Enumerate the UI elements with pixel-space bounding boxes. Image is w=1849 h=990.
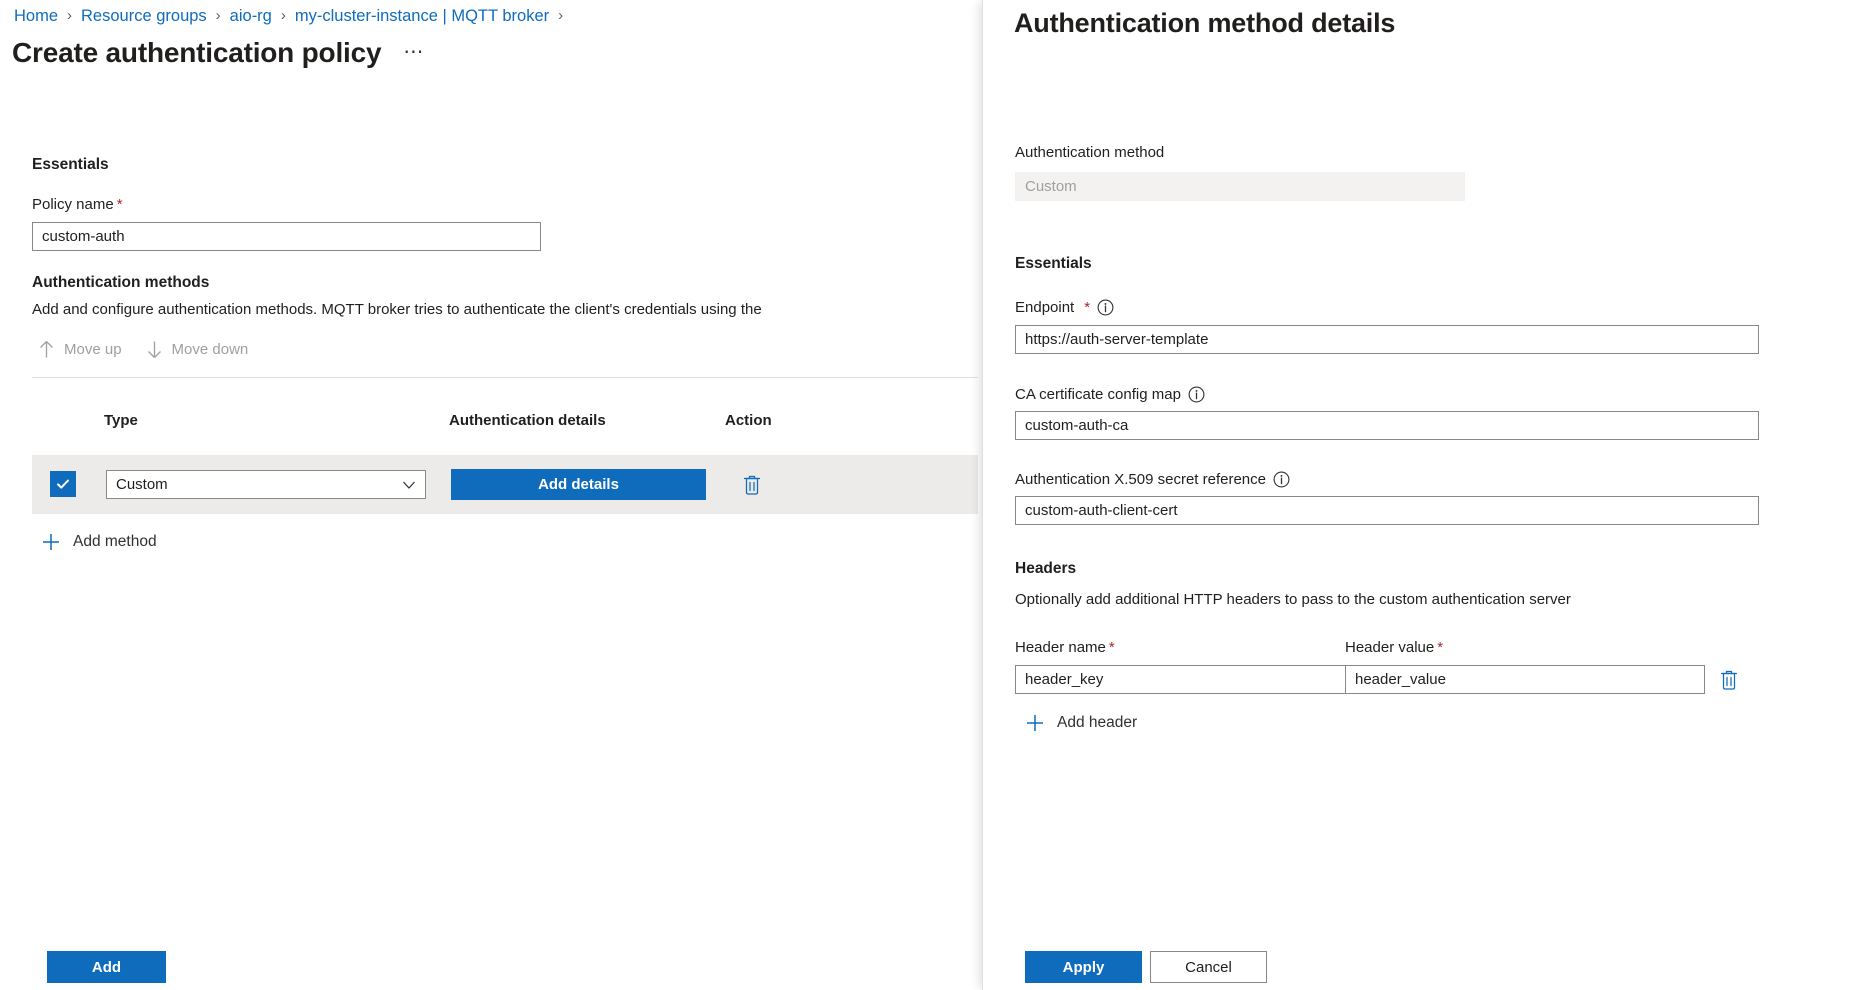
info-icon[interactable]: [1188, 386, 1205, 403]
add-method-label: Add method: [73, 533, 157, 551]
chevron-down-icon: [402, 479, 416, 491]
add-header-button[interactable]: Add header: [1025, 713, 1137, 733]
command-bar-divider: [32, 377, 978, 378]
row-select-checkbox[interactable]: [50, 471, 76, 497]
header-name-label-text: Header name: [1015, 639, 1106, 656]
policy-name-label: Policy name*: [32, 196, 123, 213]
move-down-button[interactable]: Move down: [146, 340, 249, 359]
ca-certificate-label-text: CA certificate config map: [1015, 386, 1181, 403]
table-row: Custom Add details: [32, 455, 978, 514]
plus-icon: [1025, 713, 1045, 733]
ca-certificate-config-map-input[interactable]: custom-auth-ca: [1015, 411, 1759, 440]
breadcrumb-separator: ›: [281, 5, 286, 27]
required-indicator: *: [1084, 299, 1090, 316]
info-icon[interactable]: [1097, 299, 1114, 316]
authentication-methods-description: Add and configure authentication methods…: [32, 301, 762, 318]
breadcrumb: Home › Resource groups › aio-rg › my-clu…: [14, 5, 572, 27]
breadcrumb-separator: ›: [216, 5, 221, 27]
policy-name-label-text: Policy name: [32, 196, 114, 213]
arrow-down-icon: [146, 340, 163, 359]
delete-method-button[interactable]: [739, 471, 765, 502]
checkmark-icon: [55, 476, 71, 492]
more-options-button[interactable]: ⋯: [403, 47, 424, 57]
methods-table-header: Type Authentication details Action: [32, 412, 978, 441]
ca-certificate-config-map-label: CA certificate config map: [1015, 386, 1205, 403]
header-value-label: Header value*: [1345, 639, 1443, 656]
headers-description: Optionally add additional HTTP headers t…: [1015, 591, 1571, 608]
method-type-value: Custom: [116, 476, 168, 493]
move-up-label: Move up: [64, 341, 122, 358]
authentication-method-input: Custom: [1015, 172, 1465, 201]
endpoint-label-text: Endpoint: [1015, 299, 1074, 316]
required-indicator: *: [1437, 639, 1443, 656]
add-method-button[interactable]: Add method: [41, 532, 157, 552]
header-name-input[interactable]: header_key: [1015, 665, 1375, 694]
page-title-row: Create authentication policy ⋯: [12, 37, 424, 69]
portal-page: Home › Resource groups › aio-rg › my-clu…: [0, 0, 1849, 990]
breadcrumb-item-resource-groups[interactable]: Resource groups: [81, 5, 207, 27]
header-value-input[interactable]: header_value: [1345, 665, 1705, 694]
breadcrumb-item-aio-rg[interactable]: aio-rg: [230, 5, 272, 27]
move-up-button[interactable]: Move up: [38, 340, 122, 359]
apply-button[interactable]: Apply: [1025, 951, 1142, 983]
breadcrumb-item-mqtt-broker[interactable]: my-cluster-instance | MQTT broker: [295, 5, 549, 27]
header-name-label: Header name*: [1015, 639, 1115, 656]
panel-footer: Apply Cancel: [983, 930, 1849, 990]
command-bar: Move up Move down: [38, 340, 248, 359]
endpoint-input[interactable]: https://auth-server-template: [1015, 325, 1759, 354]
authentication-methods-heading: Authentication methods: [32, 274, 209, 292]
column-header-action: Action: [725, 412, 772, 429]
page-title: Create authentication policy: [12, 37, 381, 69]
essentials-heading: Essentials: [32, 156, 109, 174]
move-down-label: Move down: [172, 341, 249, 358]
create-authentication-policy-blade: Home › Resource groups › aio-rg › my-clu…: [0, 0, 982, 990]
trash-icon: [739, 471, 765, 497]
required-indicator: *: [117, 196, 123, 213]
endpoint-label: Endpoint *: [1015, 299, 1114, 316]
x509-secret-reference-input[interactable]: custom-auth-client-cert: [1015, 496, 1759, 525]
authentication-method-label: Authentication method: [1015, 144, 1164, 161]
method-type-select[interactable]: Custom: [106, 470, 426, 499]
authentication-method-details-panel: Authentication method details Authentica…: [982, 0, 1849, 990]
breadcrumb-item-home[interactable]: Home: [14, 5, 58, 27]
header-value-label-text: Header value: [1345, 639, 1434, 656]
breadcrumb-separator: ›: [67, 5, 72, 27]
x509-label-text: Authentication X.509 secret reference: [1015, 471, 1266, 488]
cancel-button[interactable]: Cancel: [1150, 951, 1267, 983]
arrow-up-icon: [38, 340, 55, 359]
plus-icon: [41, 532, 61, 552]
add-details-button[interactable]: Add details: [451, 469, 706, 500]
panel-essentials-heading: Essentials: [1015, 255, 1092, 273]
panel-title: Authentication method details: [1014, 8, 1395, 39]
info-icon[interactable]: [1273, 471, 1290, 488]
trash-icon: [1716, 666, 1742, 692]
x509-secret-reference-label: Authentication X.509 secret reference: [1015, 471, 1290, 488]
column-header-authentication-details: Authentication details: [449, 412, 606, 429]
column-header-type: Type: [104, 412, 138, 429]
policy-name-input[interactable]: custom-auth: [32, 222, 541, 251]
add-header-label: Add header: [1057, 714, 1137, 732]
add-button[interactable]: Add: [47, 951, 166, 983]
required-indicator: *: [1109, 639, 1115, 656]
delete-header-button[interactable]: [1716, 666, 1742, 697]
breadcrumb-separator: ›: [558, 5, 563, 27]
headers-heading: Headers: [1015, 560, 1076, 578]
